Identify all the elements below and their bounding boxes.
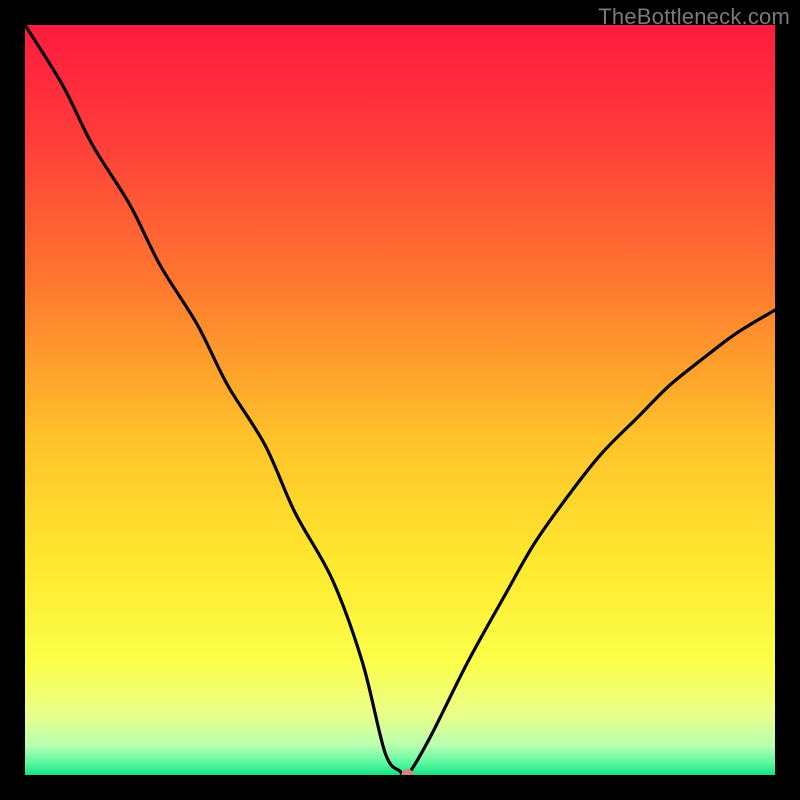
chart-background [25, 25, 775, 775]
chart-svg [25, 25, 775, 775]
chart-frame: TheBottleneck.com [0, 0, 800, 800]
attribution-label: TheBottleneck.com [598, 4, 790, 30]
plot-area [25, 25, 775, 775]
